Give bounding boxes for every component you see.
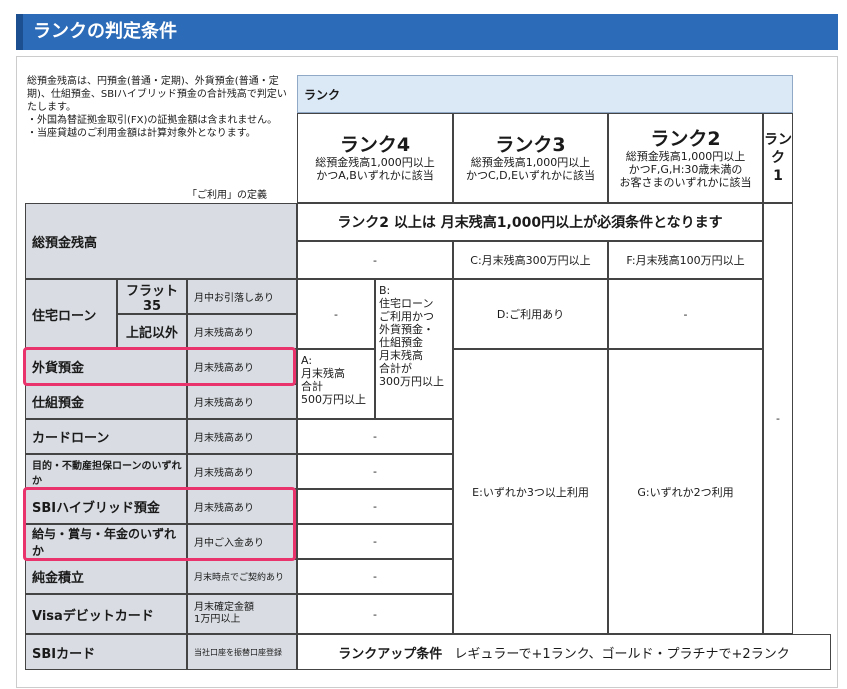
- visa-debit-label: Visaデビットカード: [25, 594, 187, 634]
- rank-conditions-panel: 総預金残高は、円預金(普通・定期)、外貨預金(普通・定期)、仕組預金、SBIハイ…: [16, 56, 838, 688]
- sbi-card-cond: 当社口座を振替口座登録: [187, 634, 297, 670]
- rank3-cell: ランク3 総預金残高1,000円以上 かつC,D,Eいずれかに該当: [453, 113, 608, 203]
- purpose-loan-label: 目的・不動産担保ローンのいずれか: [25, 454, 187, 489]
- condition-f: F:月末残高100万円以上: [608, 241, 763, 279]
- rank1-value: -: [763, 203, 793, 634]
- card-loan-cond: 月末残高あり: [187, 419, 297, 454]
- other-housing-label: 上記以外: [117, 314, 187, 349]
- hybrid-deposit-value: -: [297, 489, 453, 524]
- housing-loan-r2: -: [608, 279, 763, 349]
- flat35-cond: 月中お引落しあり: [187, 279, 297, 314]
- hybrid-salary-highlight: [23, 487, 296, 561]
- rank3-desc: 総預金残高1,000円以上 かつC,D,Eいずれかに該当: [465, 156, 596, 182]
- rank2-cell: ランク2 総預金残高1,000円以上 かつF,G,H:30歳未満の お客さまのい…: [608, 113, 763, 203]
- rank-header: ランク: [297, 75, 793, 113]
- rank3-title: ランク3: [495, 134, 566, 156]
- structured-deposit-cond: 月末残高あり: [187, 384, 297, 419]
- condition-c: C:月末残高300万円以上: [453, 241, 608, 279]
- structured-deposit-label: 仕組預金: [25, 384, 187, 419]
- rank1-title: ランク 1: [763, 113, 793, 203]
- rank4-cell: ランク4 総預金残高1,000円以上 かつA,Bいずれかに該当: [297, 113, 453, 203]
- total-deposit-label: 総預金残高: [25, 203, 297, 279]
- fx-deposit-highlight: [23, 347, 296, 386]
- rankup-label: ランクアップ条件: [338, 646, 443, 662]
- gold-savings-label: 純金積立: [25, 559, 187, 594]
- rankup-text: レギュラーで+1ランク、ゴールド・プラチナで+2ランク: [454, 646, 790, 662]
- rank4-title: ランク4: [339, 134, 411, 156]
- gold-savings-value: -: [297, 559, 453, 594]
- condition-g: G:いずれか2つ利用: [608, 349, 763, 634]
- sbi-card-label: SBIカード: [25, 634, 187, 670]
- condition-b: B: 住宅ローン ご利用かつ 外貨預金・ 仕組預金 月末残高 合計が 300万円…: [375, 279, 453, 419]
- flat35-label: フラット35: [117, 279, 187, 314]
- condition-a: A: 月末残高 合計 500万円以上: [297, 349, 375, 419]
- rank4-desc: 総預金残高1,000円以上 かつA,Bいずれかに該当: [315, 156, 435, 182]
- definition-label: 「ご利用」の定義: [187, 190, 267, 201]
- housing-loan-label: 住宅ローン: [25, 279, 117, 349]
- card-loan-value: -: [297, 419, 453, 454]
- card-loan-label: カードローン: [25, 419, 187, 454]
- condition-e: E:いずれか3つ以上利用: [453, 349, 608, 634]
- total-deposit-r4r3: -: [297, 241, 453, 279]
- salary-value: -: [297, 524, 453, 559]
- rank2-title: ランク2: [650, 127, 721, 150]
- required-condition-banner: ランク2 以上は 月末残高1,000円以上が必須条件となります: [297, 203, 763, 241]
- notes-text: 総預金残高は、円預金(普通・定期)、外貨預金(普通・定期)、仕組預金、SBIハイ…: [27, 76, 287, 139]
- condition-d: D:ご利用あり: [453, 279, 608, 349]
- visa-debit-value: -: [297, 594, 453, 634]
- other-housing-cond: 月末残高あり: [187, 314, 297, 349]
- rankup-cell: ランクアップ条件 レギュラーで+1ランク、ゴールド・プラチナで+2ランク: [297, 634, 831, 670]
- visa-debit-cond: 月末確定金額 1万円以上: [187, 594, 297, 634]
- section-title: ランクの判定条件: [16, 14, 838, 50]
- purpose-loan-cond: 月末残高あり: [187, 454, 297, 489]
- purpose-loan-value: -: [297, 454, 453, 489]
- housing-loan-r4: -: [297, 279, 375, 349]
- gold-savings-cond: 月末時点でご契約あり: [187, 559, 297, 594]
- rank2-desc: 総預金残高1,000円以上 かつF,G,H:30歳未満の お客さまのいずれかに該…: [619, 149, 752, 189]
